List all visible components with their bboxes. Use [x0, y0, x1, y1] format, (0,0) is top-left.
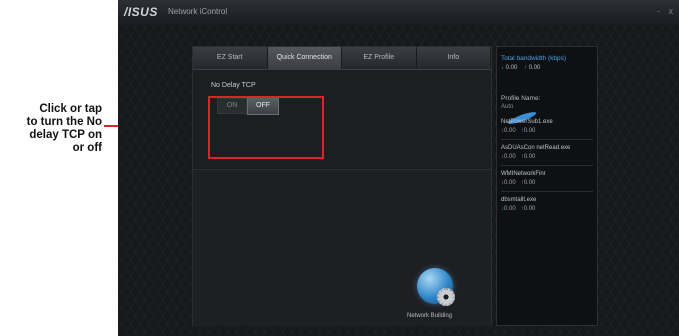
- divider: [501, 191, 593, 192]
- profile-item-name: WMINetworkFinr: [501, 171, 546, 177]
- download-arrow-icon: ↓: [501, 65, 504, 71]
- bandwidth-values: ↓ 0.00 ↑ 0.00: [501, 65, 540, 71]
- list-item[interactable]: dbsmtallt.exe ↓0.00 ↑0.00: [501, 197, 593, 212]
- profile-up-value: 0.00: [523, 128, 536, 134]
- profile-down-value: 0.00: [504, 128, 516, 134]
- window-controls: - x: [651, 6, 673, 16]
- profile-item-values: ↓0.00 ↑0.00: [501, 128, 593, 134]
- divider: [501, 165, 593, 166]
- list-item[interactable]: AsDUAsCon netRead.exe ↓0.00 ↑0.00: [501, 145, 593, 160]
- gear-icon: [437, 288, 455, 306]
- profile-item-values: ↓0.00 ↑0.00: [501, 180, 593, 186]
- close-icon[interactable]: x: [669, 6, 674, 16]
- app-window: /ISUS Network iControl - x EZ Start Quic…: [118, 0, 679, 336]
- profile-item-values: ↓0.00 ↑0.00: [501, 154, 593, 160]
- profile-item-values: ↓0.00 ↑0.00: [501, 206, 593, 212]
- callout-text: Click or tap to turn the No delay TCP on…: [0, 103, 102, 155]
- profile-item-name: AsDUAsCon netRead.exe: [501, 145, 571, 151]
- main-panel: EZ Start Quick Connection EZ Profile Inf…: [192, 46, 492, 326]
- tab-quick-connection[interactable]: Quick Connection: [267, 47, 342, 69]
- window-title: Network iControl: [168, 7, 228, 16]
- callout-line-3: delay TCP on: [29, 129, 102, 141]
- tab-info[interactable]: Info: [417, 47, 491, 69]
- profile-down-value: 0.00: [504, 206, 516, 212]
- tab-ez-start[interactable]: EZ Start: [193, 47, 268, 69]
- bandwidth-up-value: 0.00: [528, 65, 541, 71]
- profile-item-name: NetPowerSub1.exe: [501, 119, 553, 125]
- profile-item-name: dbsmtallt.exe: [501, 197, 537, 203]
- tab-ez-profile[interactable]: EZ Profile: [342, 47, 417, 69]
- asus-logo: /ISUS: [124, 5, 158, 19]
- profile-up-value: 0.00: [523, 154, 536, 160]
- list-item[interactable]: NetPowerSub1.exe ↓0.00 ↑0.00: [501, 119, 593, 134]
- bandwidth-down-value: 0.00: [505, 65, 518, 71]
- network-building-label: Network Building: [407, 313, 453, 319]
- profile-down-value: 0.00: [504, 180, 516, 186]
- profile-name-value: Auto: [501, 104, 514, 110]
- no-delay-highlight-box: [208, 96, 324, 159]
- tab-bar: EZ Start Quick Connection EZ Profile Inf…: [193, 47, 491, 70]
- callout-line-4: or off: [72, 142, 102, 154]
- profile-name-label: Profile Name:: [501, 95, 541, 102]
- no-delay-tcp-label: No Delay TCP: [211, 82, 256, 89]
- bandwidth-title: Total bandwidth (kbps): [501, 55, 567, 62]
- profile-up-value: 0.00: [523, 206, 536, 212]
- upload-arrow-icon: ↑: [524, 65, 528, 71]
- profile-down-value: 0.00: [504, 154, 516, 160]
- callout-line-1: Click or tap: [39, 103, 102, 115]
- bandwidth-sidebar: Total bandwidth (kbps) ↓ 0.00 ↑ 0.00 Pro…: [496, 46, 598, 326]
- list-item[interactable]: WMINetworkFinr ↓0.00 ↑0.00: [501, 171, 593, 186]
- callout-line-2: to turn the No: [26, 116, 102, 128]
- title-bar: /ISUS Network iControl - x: [118, 0, 679, 27]
- divider: [501, 139, 593, 140]
- network-building-section: Network Building: [193, 169, 491, 326]
- minimize-icon[interactable]: -: [657, 6, 660, 16]
- profile-up-value: 0.00: [523, 180, 536, 186]
